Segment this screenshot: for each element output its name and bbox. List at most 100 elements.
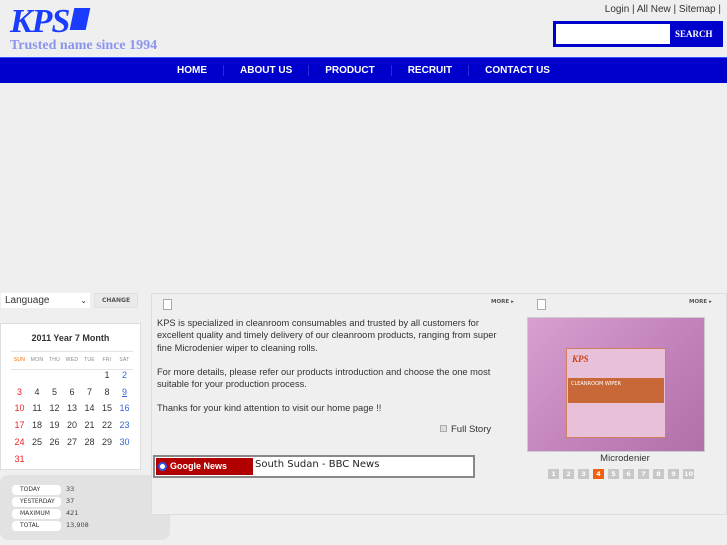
- calendar-day[interactable]: 17: [11, 420, 28, 430]
- google-news-label: Google News: [170, 461, 228, 471]
- stat-value-total: 13,908: [66, 521, 89, 529]
- calendar-day[interactable]: 12: [46, 403, 63, 413]
- calendar-day[interactable]: 3: [11, 387, 28, 397]
- nav-contact-us[interactable]: CONTACT US: [469, 65, 566, 76]
- more-label: MORE: [491, 299, 510, 305]
- calendar-title: 2011 Year 7 Month: [31, 333, 110, 343]
- calendar-day[interactable]: 20: [64, 420, 81, 430]
- stat-value-today: 33: [66, 485, 75, 493]
- calendar-day[interactable]: 30: [116, 437, 133, 447]
- search-box: SEARCH: [553, 21, 723, 47]
- weekday-header: TUE: [84, 357, 95, 363]
- stat-label-maximum: MAXIMUM: [12, 509, 61, 519]
- arrow-right-icon: ▸: [709, 299, 712, 305]
- calendar-day[interactable]: 8: [99, 387, 116, 397]
- calendar-day[interactable]: 4: [29, 387, 46, 397]
- calendar-day[interactable]: 19: [46, 420, 63, 430]
- weekday-header: THU: [48, 357, 61, 363]
- clock-icon: [158, 462, 167, 471]
- weekday-header: SUN: [13, 357, 26, 363]
- stat-label-total: TOTAL: [12, 521, 61, 531]
- calendar-day[interactable]: 22: [99, 420, 116, 430]
- nav-about-us[interactable]: ABOUT US: [224, 65, 310, 76]
- calendar-day[interactable]: 26: [46, 437, 63, 447]
- calendar-day[interactable]: 13: [64, 403, 81, 413]
- weekday-header: FRI: [102, 357, 112, 363]
- calendar-day[interactable]: 7: [81, 387, 98, 397]
- calendar-day[interactable]: 21: [81, 420, 98, 430]
- weekday-header: MON: [30, 357, 44, 363]
- nav-recruit[interactable]: RECRUIT: [392, 65, 470, 76]
- pager-page[interactable]: 3: [578, 469, 589, 479]
- all-new-link[interactable]: All New: [637, 4, 671, 15]
- calendar-day[interactable]: 15: [99, 403, 116, 413]
- pager-page[interactable]: 2: [563, 469, 574, 479]
- weekday-header: SAT: [119, 357, 130, 363]
- intro-more-link[interactable]: MORE ▸: [491, 299, 514, 305]
- calendar-day[interactable]: 29: [99, 437, 116, 447]
- calendar-day[interactable]: 10: [11, 403, 28, 413]
- calendar-day[interactable]: 11: [29, 403, 46, 413]
- product-image[interactable]: KPS CLEANROOM WIPER: [527, 317, 705, 452]
- language-select[interactable]: Language ⌄: [1, 293, 90, 308]
- main-nav: HOME ABOUT US PRODUCT RECRUIT CONTACT US: [0, 57, 727, 83]
- pager-page[interactable]: 6: [623, 469, 634, 479]
- google-news-ticker: Google News South Sudan - BBC News: [153, 455, 475, 478]
- calendar-day[interactable]: 23: [116, 420, 133, 430]
- full-story-link[interactable]: Full Story: [440, 424, 491, 435]
- pager-page[interactable]: 9: [668, 469, 679, 479]
- intro-text: KPS is specialized in cleanroom consumab…: [157, 317, 497, 427]
- nav-home[interactable]: HOME: [161, 65, 225, 76]
- stat-value-maximum: 421: [66, 509, 79, 517]
- intro-paragraph: For more details, please refer our produ…: [157, 366, 491, 390]
- stat-label-yesterday: YESTERDAY: [12, 497, 61, 507]
- pager-page[interactable]: 7: [638, 469, 649, 479]
- package-label: CLEANROOM WIPER: [568, 378, 664, 403]
- calendar: 2011 Year 7 Month SUN MON THU WED TUE FRI SAT 1…: [0, 323, 141, 470]
- weekday-header: WED: [65, 357, 79, 363]
- tagline: Trusted name since 1994: [10, 38, 158, 53]
- pager-page[interactable]: 8: [653, 469, 664, 479]
- visitor-stats: TODAY 33 YESTERDAY 37 MAXIMUM 421 TOTAL 13,9…: [0, 475, 170, 540]
- calendar-day[interactable]: 16: [116, 403, 133, 413]
- sitemap-link[interactable]: Sitemap: [679, 4, 716, 15]
- package-logo: KPS: [572, 354, 589, 364]
- nav-product[interactable]: PRODUCT: [309, 65, 392, 76]
- divider: [11, 351, 133, 352]
- more-label: MORE: [689, 299, 708, 305]
- document-icon: [537, 299, 546, 310]
- calendar-day[interactable]: 9: [116, 387, 133, 397]
- logo[interactable]: KPS: [10, 4, 91, 40]
- calendar-day[interactable]: 14: [81, 403, 98, 413]
- pager-page[interactable]: 10: [683, 469, 694, 479]
- login-link[interactable]: Login: [605, 4, 629, 15]
- product-pager: 1 2 3 4 5 6 7 8 9 10: [548, 469, 694, 479]
- news-headline[interactable]: South Sudan - BBC News: [255, 459, 379, 470]
- chevron-down-icon: ⌄: [80, 296, 87, 305]
- intro-paragraph: Thanks for your kind attention to visit …: [157, 403, 382, 414]
- change-language-button[interactable]: CHANGE: [94, 293, 138, 308]
- pager-page[interactable]: 5: [608, 469, 619, 479]
- calendar-day[interactable]: 28: [81, 437, 98, 447]
- product-more-link[interactable]: MORE ▸: [689, 299, 712, 305]
- calendar-day[interactable]: 18: [29, 420, 46, 430]
- calendar-day[interactable]: 27: [64, 437, 81, 447]
- calendar-day[interactable]: 2: [116, 370, 133, 380]
- stat-label-today: TODAY: [12, 485, 61, 495]
- calendar-day[interactable]: 25: [29, 437, 46, 447]
- calendar-day[interactable]: 5: [46, 387, 63, 397]
- calendar-day[interactable]: 6: [64, 387, 81, 397]
- book-icon: [70, 8, 91, 30]
- pager-page[interactable]: 4: [593, 469, 604, 479]
- calendar-day[interactable]: 31: [11, 454, 28, 464]
- arrow-right-icon: ▸: [511, 299, 514, 305]
- stat-value-yesterday: 37: [66, 497, 75, 505]
- top-links: Login | All New | Sitemap |: [604, 4, 721, 15]
- pager-page[interactable]: 1: [548, 469, 559, 479]
- intro-paragraph: KPS is specialized in cleanroom consumab…: [157, 318, 497, 353]
- search-input[interactable]: [556, 24, 670, 44]
- calendar-day[interactable]: 1: [99, 370, 116, 380]
- calendar-day[interactable]: 24: [11, 437, 28, 447]
- search-button[interactable]: SEARCH: [671, 23, 713, 45]
- language-value: Language: [5, 295, 50, 306]
